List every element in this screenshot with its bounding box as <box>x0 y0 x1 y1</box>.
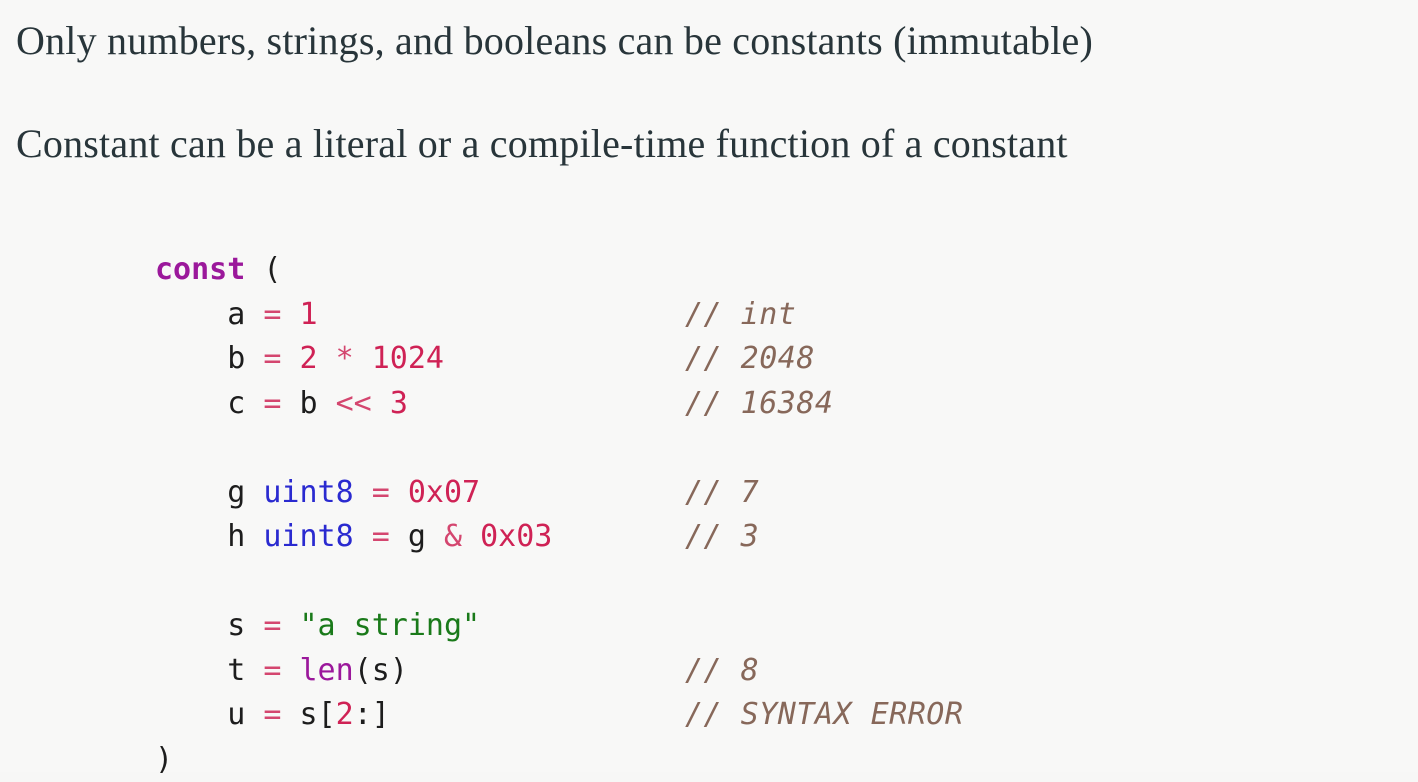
code-token-ident: g <box>408 519 426 554</box>
code-token-num: 3 <box>390 386 408 421</box>
code-line: ) <box>155 738 963 782</box>
code-token-type: uint8 <box>263 475 353 510</box>
code-token-op: = <box>245 386 299 421</box>
code-token-ident: s <box>300 697 318 732</box>
code-line-text: g uint8 = 0x07 <box>155 471 685 516</box>
code-token-ident: c <box>227 386 245 421</box>
code-token-num: 1 <box>300 297 318 332</box>
code-comment: // 8 <box>685 649 759 694</box>
code-block: const ( a = 1// int b = 2 * 1024// 2048 … <box>155 248 963 782</box>
code-token-ident: s <box>227 608 245 643</box>
code-token-num: 2 <box>300 341 318 376</box>
code-line-text: u = s[2:] <box>155 693 685 738</box>
code-line-text: h uint8 = g & 0x03 <box>155 515 685 560</box>
code-token-op: = <box>245 297 299 332</box>
code-token-op: = <box>354 475 408 510</box>
code-indent <box>155 519 227 554</box>
code-line: s = "a string" <box>155 604 963 649</box>
code-line-text: const ( <box>155 248 685 293</box>
code-line: c = b << 3// 16384 <box>155 382 963 427</box>
code-token-punct: ( <box>354 653 372 688</box>
code-line: h uint8 = g & 0x03// 3 <box>155 515 963 560</box>
code-token-num: 0x07 <box>408 475 480 510</box>
code-line <box>155 426 963 471</box>
code-token-str: "a string" <box>300 608 481 643</box>
code-token-kw: const <box>155 252 245 287</box>
code-indent <box>155 653 227 688</box>
code-comment: // 16384 <box>685 382 834 427</box>
code-token-num: 1024 <box>372 341 444 376</box>
code-token-ident: b <box>300 386 318 421</box>
code-indent <box>155 475 227 510</box>
code-token-ident: h <box>227 519 263 554</box>
code-token-fn: len <box>300 653 354 688</box>
code-token-punct: ( <box>245 252 281 287</box>
code-line: const ( <box>155 248 963 293</box>
code-token-punct: :] <box>354 697 390 732</box>
code-token-ident: b <box>227 341 245 376</box>
code-line: g uint8 = 0x07// 7 <box>155 471 963 516</box>
code-token-punct: ) <box>155 742 173 777</box>
slide-canvas: Only numbers, strings, and booleans can … <box>0 0 1418 772</box>
code-token-op: = <box>245 653 299 688</box>
code-token-type: uint8 <box>263 519 353 554</box>
code-indent <box>155 297 227 332</box>
code-token-op: = <box>354 519 408 554</box>
code-line-text: ) <box>155 738 685 782</box>
code-comment: // 2048 <box>685 337 815 382</box>
code-line <box>155 560 963 605</box>
code-line: b = 2 * 1024// 2048 <box>155 337 963 382</box>
code-indent <box>155 608 227 643</box>
code-comment: // 7 <box>685 471 759 516</box>
code-token-ident: a <box>227 297 245 332</box>
code-token-ident: s <box>372 653 390 688</box>
code-line-text: b = 2 * 1024 <box>155 337 685 382</box>
code-token-ident: t <box>227 653 245 688</box>
code-comment: // SYNTAX ERROR <box>685 693 963 738</box>
code-token-ident: g <box>227 475 263 510</box>
code-comment: // 3 <box>685 515 759 560</box>
code-token-op: = <box>245 608 299 643</box>
code-token-punct: ) <box>390 653 408 688</box>
code-indent <box>155 697 227 732</box>
code-line-text: t = len(s) <box>155 649 685 694</box>
code-token-num: 2 <box>336 697 354 732</box>
code-line-text: s = "a string" <box>155 604 685 649</box>
code-token-ident: u <box>227 697 245 732</box>
code-line: t = len(s)// 8 <box>155 649 963 694</box>
code-comment: // int <box>685 293 796 338</box>
code-line: u = s[2:]// SYNTAX ERROR <box>155 693 963 738</box>
prose-line-1: Only numbers, strings, and booleans can … <box>16 21 1093 61</box>
code-indent <box>155 386 227 421</box>
code-token-punct: [ <box>318 697 336 732</box>
code-token-op: << <box>318 386 390 421</box>
code-token-op: = <box>245 697 299 732</box>
code-token-num: 0x03 <box>480 519 552 554</box>
code-token-op: & <box>426 519 480 554</box>
code-line-text: a = 1 <box>155 293 685 338</box>
code-indent <box>155 341 227 376</box>
prose-line-2: Constant can be a literal or a compile-t… <box>16 124 1068 164</box>
code-line: a = 1// int <box>155 293 963 338</box>
code-line-text: c = b << 3 <box>155 382 685 427</box>
code-token-op: * <box>318 341 372 376</box>
code-token-op: = <box>245 341 299 376</box>
